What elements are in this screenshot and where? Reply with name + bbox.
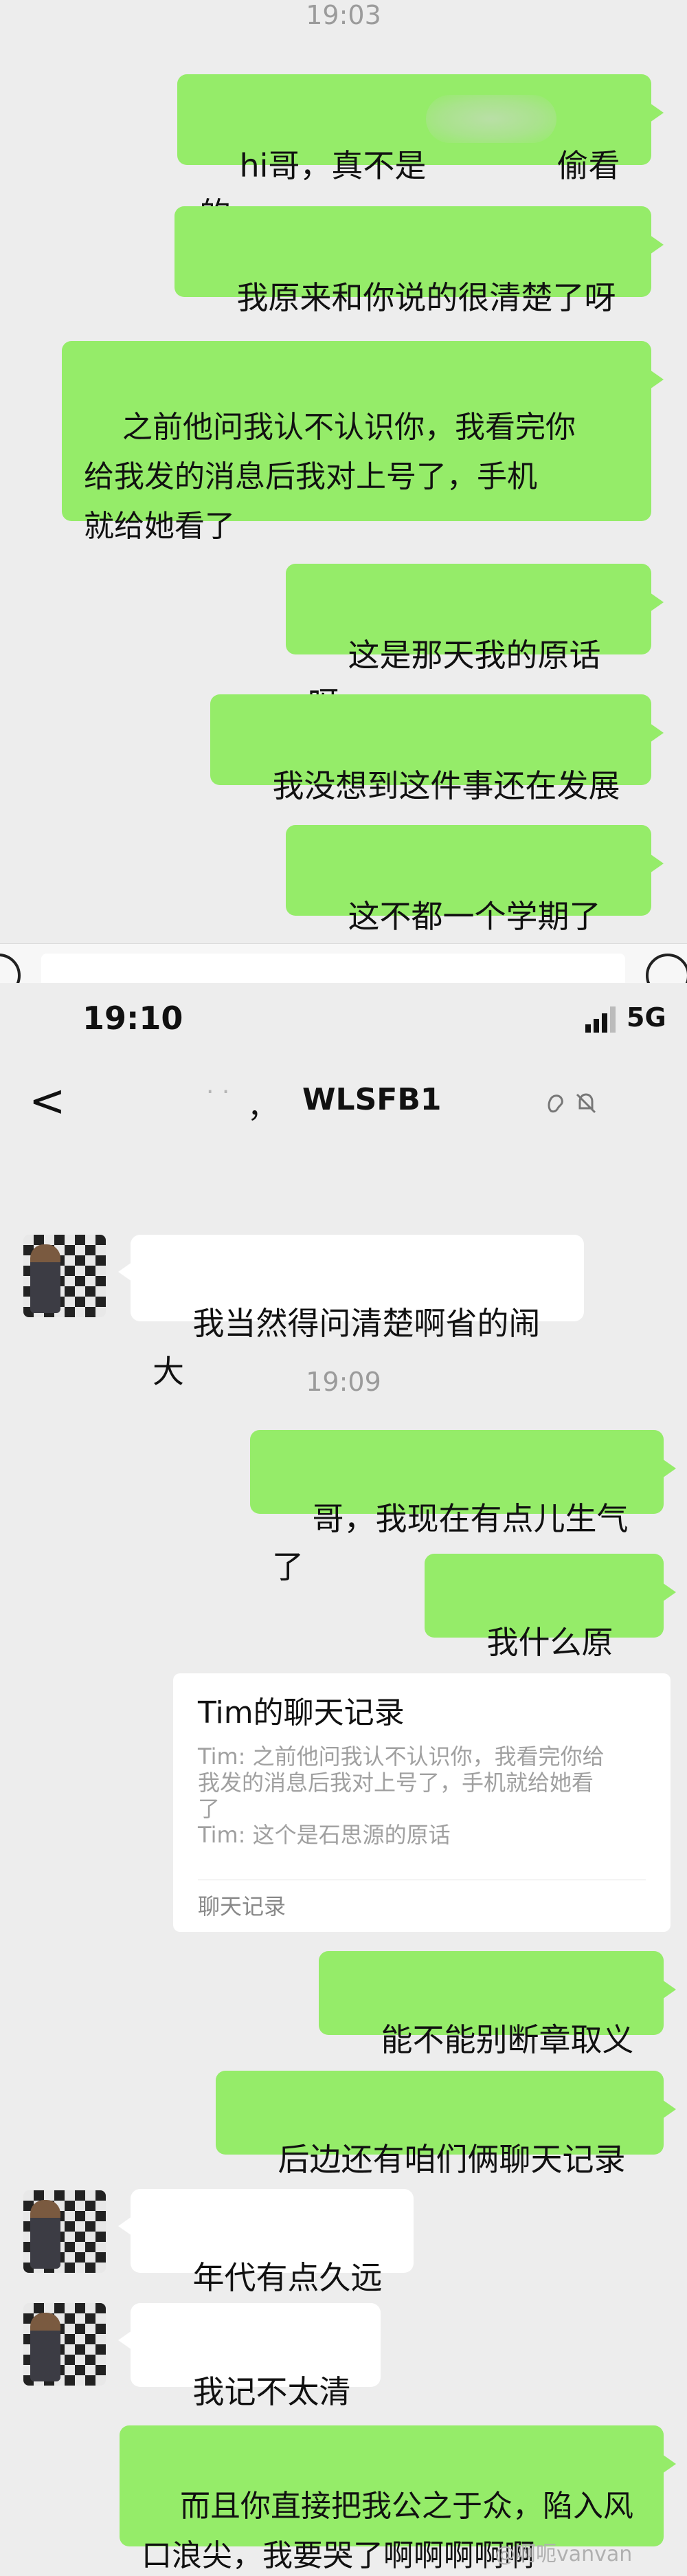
avatar[interactable]: [23, 2303, 106, 2386]
message-bubble-incoming[interactable]: 年代有点久远了: [118, 2189, 414, 2344]
message-timestamp: 19:03: [306, 0, 381, 30]
chat-record-footer: 聊天记录: [198, 1893, 286, 1919]
message-bubble-outgoing[interactable]: 我原来和你说的很清楚了呀: [174, 206, 664, 316]
chat-header: < · · ， WLSFB1: [0, 1060, 687, 1143]
message-text: hi哥，真不是: [239, 147, 427, 184]
mute-icon: [576, 1093, 596, 1114]
ear-icon: [548, 1094, 563, 1113]
signal-icon: [585, 1006, 616, 1033]
message-text: 之前他问我认不认识你，我看完你 给我发的消息后我对上号了，手机 就给她看了: [84, 410, 576, 544]
chat-title: WLSFB1: [302, 1082, 442, 1117]
message-timestamp: 19:09: [306, 1367, 381, 1397]
blurred-redaction: [426, 95, 556, 143]
chat-screen-1: 19:03 hi哥，真不是偷看的 我原来和你说的很清楚了呀 之前他问我认不认识你…: [0, 0, 687, 983]
voice-icon[interactable]: [0, 954, 21, 983]
message-bubble-outgoing[interactable]: 之前他问我认不认识你，我看完你 给我发的消息后我对上号了，手机 就给她看了: [62, 341, 664, 544]
message-bubble-outgoing[interactable]: 这不都一个学期了吗: [286, 825, 664, 983]
message-bubble-outgoing[interactable]: 这是那天我的原话呀: [286, 564, 664, 722]
emoji-icon[interactable]: [646, 954, 687, 983]
message-bubble-outgoing[interactable]: hi哥，真不是偷看的: [177, 74, 664, 232]
input-bar: [0, 943, 687, 983]
chat-record-card[interactable]: Tim的聊天记录 Tim: 之前他问我认不认识你，我看完你给 我发的消息后我对上…: [173, 1673, 671, 1932]
header-separator: ，: [247, 1090, 278, 1125]
message-bubble-outgoing[interactable]: 而且你直接把我公之于众，陷入风 口浪尖，我要哭了啊啊啊啊啊: [120, 2425, 676, 2573]
watermark: @啊呃vanvan: [495, 2542, 633, 2566]
message-text: 我没想到这件事还在发展: [272, 767, 620, 804]
message-bubble-incoming[interactable]: 我当然得问清楚啊省的闹大: [118, 1235, 584, 1390]
back-icon[interactable]: <: [29, 1079, 66, 1123]
avatar[interactable]: [23, 1235, 106, 1317]
message-input[interactable]: [41, 954, 625, 983]
status-bar: 19:10 5G: [0, 984, 687, 1060]
message-bubble-outgoing[interactable]: 后边还有咱们俩聊天记录呢: [216, 2071, 676, 2226]
avatar[interactable]: [23, 2190, 106, 2273]
network-type: 5G: [627, 1002, 666, 1033]
message-bubble-incoming[interactable]: 我记不太清了: [118, 2303, 381, 2458]
chat-screen-2: 19:10 5G < · · ， WLSFB1 我当然得问清楚啊省的闹大 19:…: [0, 984, 687, 2576]
message-bubble-outgoing[interactable]: 我什么原话呀: [425, 1554, 676, 1709]
message-bubble-outgoing[interactable]: 能不能别断章取义呀: [319, 1951, 676, 2106]
avatar-figure: [30, 1244, 60, 1313]
status-time: 19:10: [82, 1000, 183, 1037]
redacted-name: · ·: [206, 1078, 230, 1106]
message-bubble-outgoing[interactable]: 我没想到这件事还在发展: [210, 694, 664, 804]
avatar-figure: [30, 2313, 60, 2381]
message-text: 我原来和你说的很清楚了呀: [236, 279, 616, 316]
message-bubble-outgoing[interactable]: 哥，我现在有点儿生气了: [250, 1430, 676, 1585]
avatar-figure: [30, 2200, 60, 2269]
chat-record-preview: Tim: 之前他问我认不认识你，我看完你给 我发的消息后我对上号了，手机就给她看…: [198, 1743, 605, 1848]
chat-record-title: Tim的聊天记录: [198, 1695, 405, 1730]
